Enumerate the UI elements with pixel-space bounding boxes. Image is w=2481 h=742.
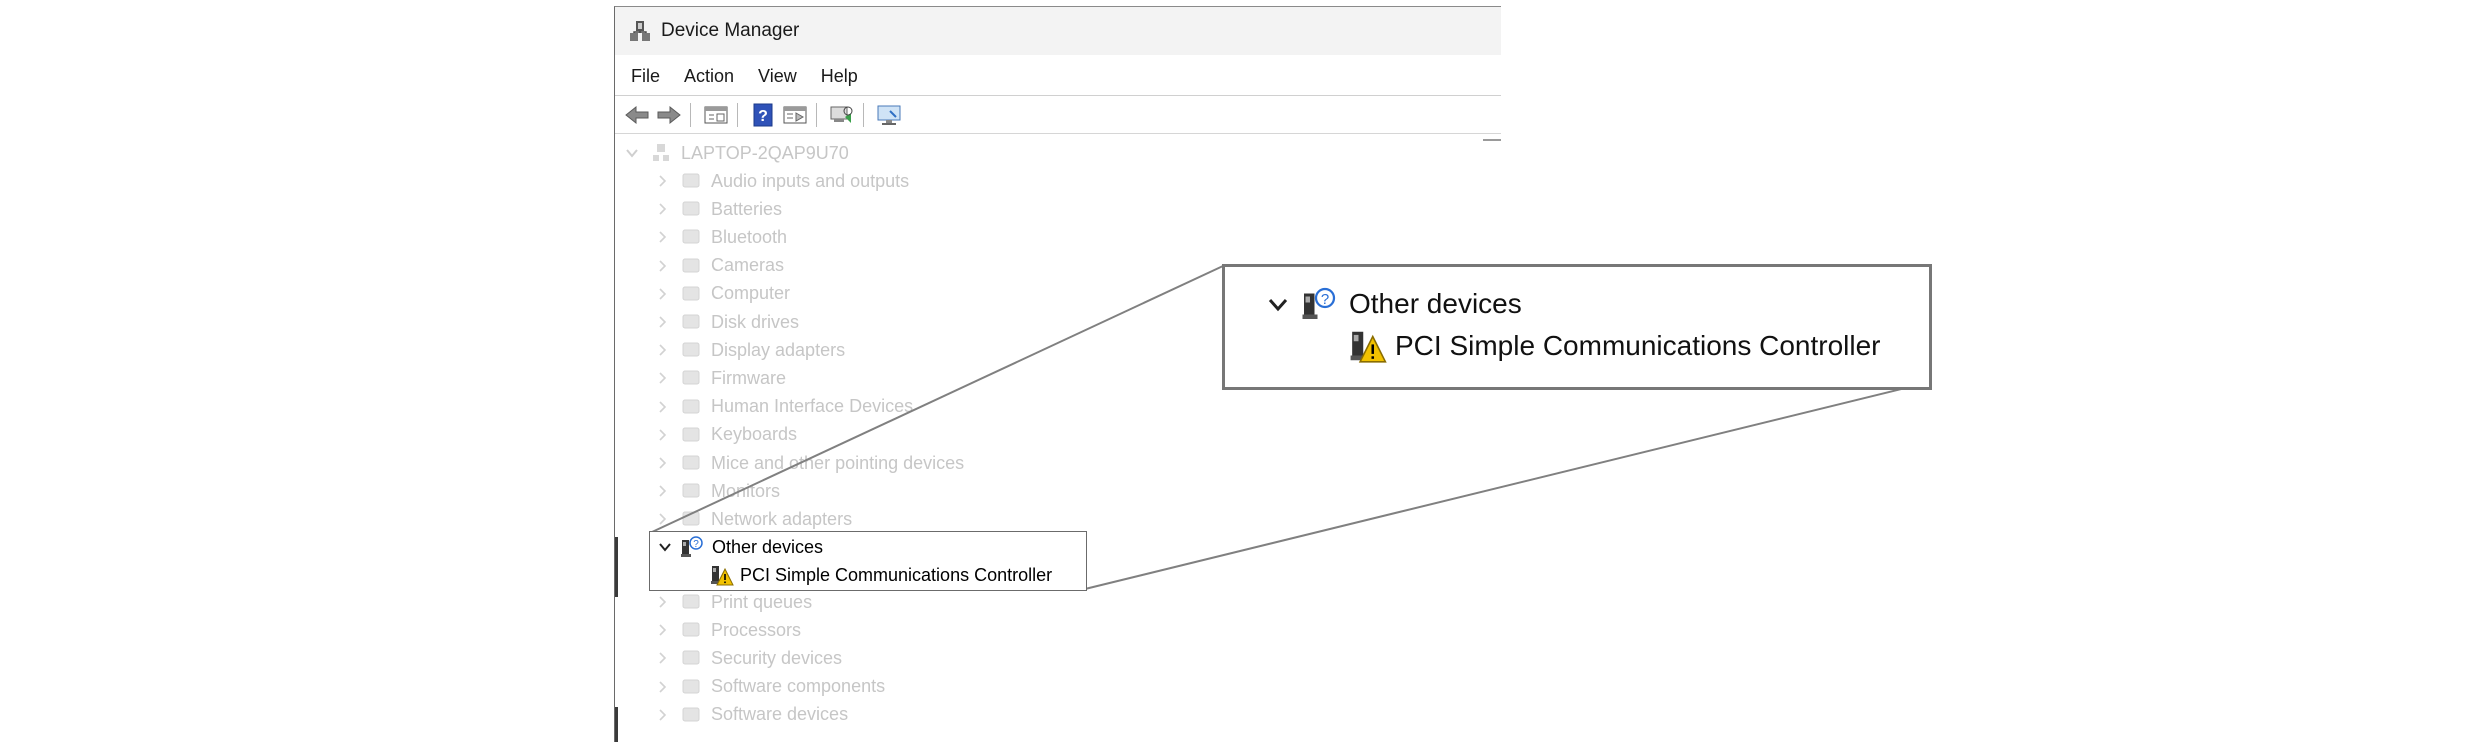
chevron-down-icon bbox=[1267, 293, 1289, 315]
highlight-box: ? Other devices PCI Simple Communication… bbox=[649, 531, 1087, 591]
warning-device-icon bbox=[710, 563, 734, 587]
chevron-down-icon[interactable] bbox=[658, 540, 672, 554]
unknown-device-icon: ? bbox=[1301, 287, 1337, 321]
svg-text:?: ? bbox=[693, 539, 699, 550]
warning-device-icon bbox=[1349, 327, 1387, 365]
svg-text:?: ? bbox=[1321, 291, 1329, 308]
zoom-pci-device-label: PCI Simple Communications Controller bbox=[1395, 330, 1881, 361]
other-devices-label: Other devices bbox=[712, 536, 824, 557]
zoom-other-devices-row: ? Other devices bbox=[1267, 287, 1522, 321]
unknown-device-icon: ? bbox=[680, 536, 704, 558]
zoom-callout: ? Other devices PCI Simple Communication… bbox=[1222, 264, 1932, 390]
callout-line-top bbox=[651, 265, 1224, 533]
pci-device-row[interactable]: PCI Simple Communications Controller bbox=[710, 563, 1052, 587]
zoom-other-devices-label: Other devices bbox=[1349, 288, 1522, 319]
callout-line-bottom bbox=[1084, 382, 1927, 590]
zoom-pci-device-row: PCI Simple Communications Controller bbox=[1349, 327, 1881, 365]
other-devices-row[interactable]: ? Other devices bbox=[658, 536, 823, 558]
pci-device-label: PCI Simple Communications Controller bbox=[740, 564, 1053, 585]
